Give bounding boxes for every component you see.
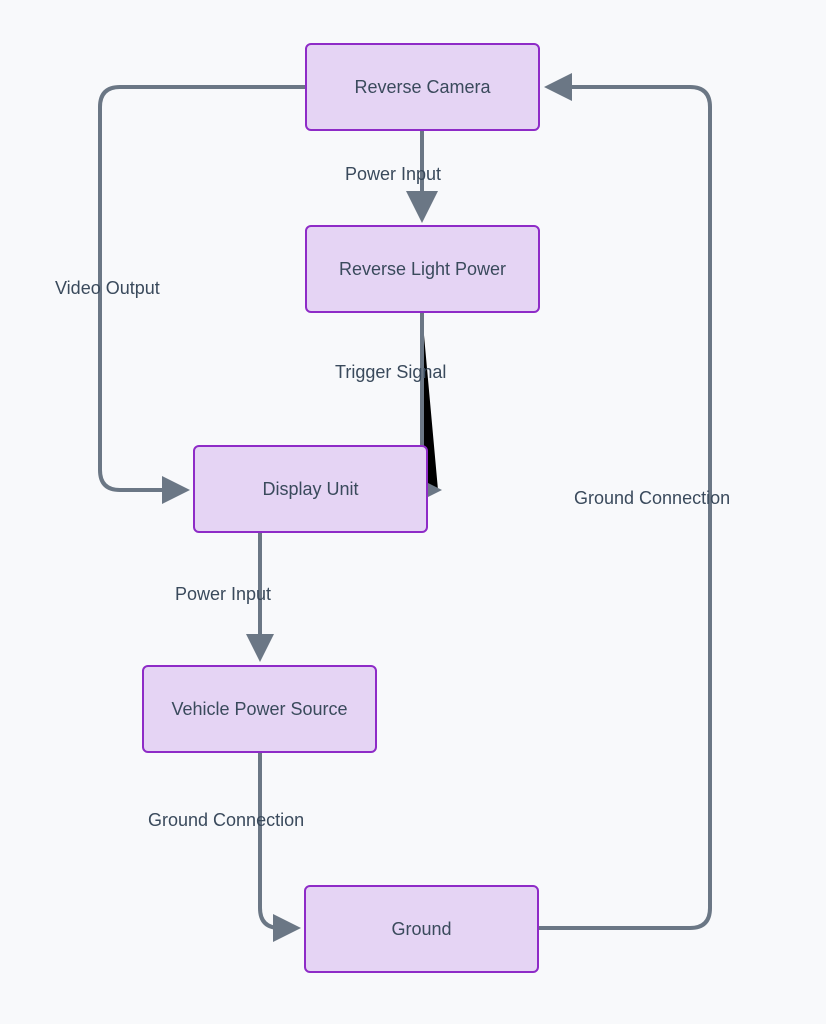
label-trigger-signal: Trigger Signal [335,362,446,383]
node-reverse-light-power: Reverse Light Power [305,225,540,313]
label-power-input-1: Power Input [345,164,441,185]
arrow-ground-connection [260,753,295,928]
node-label: Reverse Camera [354,77,490,98]
node-label: Reverse Light Power [339,259,506,280]
node-label: Vehicle Power Source [171,699,347,720]
node-display-unit: Display Unit [193,445,428,533]
label-ground-connection: Ground Connection [148,810,304,831]
node-label: Display Unit [262,479,358,500]
node-reverse-camera: Reverse Camera [305,43,540,131]
diagram-canvas: Reverse Camera Reverse Light Power Displ… [0,0,826,1024]
label-ground-to-camera: Ground Connection [574,488,730,509]
node-ground: Ground [304,885,539,973]
label-power-input-2: Power Input [175,584,271,605]
node-vehicle-power-source: Vehicle Power Source [142,665,377,753]
label-video-output: Video Output [55,278,160,299]
node-label: Ground [391,919,451,940]
